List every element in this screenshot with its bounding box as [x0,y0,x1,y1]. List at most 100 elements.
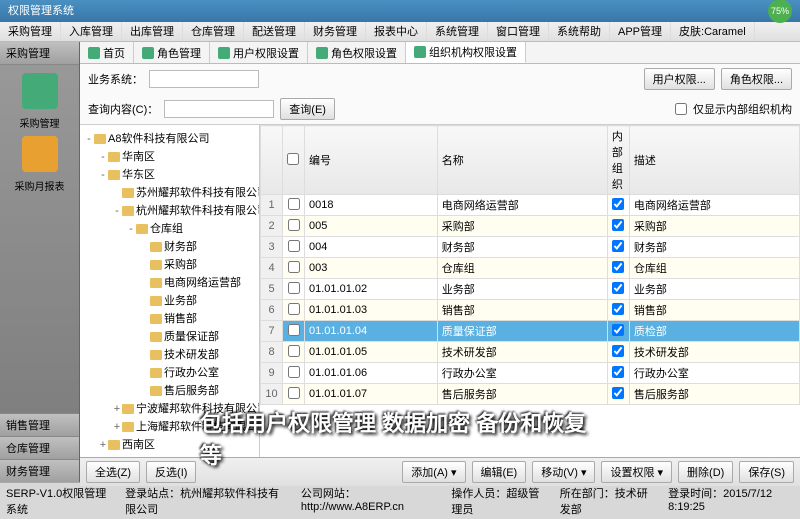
row-checkbox[interactable] [288,303,300,315]
menu-bar: 采购管理 入库管理 出库管理 仓库管理 配送管理 财务管理 报表中心 系统管理 … [0,22,800,42]
inner-org-checkbox[interactable] [612,261,624,273]
menu-item[interactable]: 报表中心 [366,22,427,41]
table-row[interactable]: 801.01.01.05技术研发部技术研发部 [261,342,800,363]
left-section[interactable]: 销售管理 [0,413,79,436]
tree-node[interactable]: 业务部 [84,291,255,309]
select-all-button[interactable]: 全选(Z) [86,461,140,483]
table-row[interactable]: 1001.01.01.07售后服务部售后服务部 [261,384,800,405]
menu-item[interactable]: 财务管理 [305,22,366,41]
inner-org-checkbox[interactable] [612,240,624,252]
table-row[interactable]: 3004财务部财务部 [261,237,800,258]
tree-node[interactable]: 电商网络运营部 [84,273,255,291]
doc-icon [218,47,230,59]
tree-node[interactable]: 行政办公室 [84,363,255,381]
edit-button[interactable]: 编辑(E) [472,461,527,483]
tree-node[interactable]: +宁波耀邦软件科技有限公司 [84,399,255,417]
status-version: SERP-V1.0权限管理系统 [6,485,113,517]
inner-org-checkbox[interactable] [612,198,624,210]
biz-system-label: 业务系统： [88,71,143,87]
row-checkbox[interactable] [288,387,300,399]
column-header[interactable]: 描述 [629,126,799,195]
table-row[interactable]: 10018电商网络运营部电商网络运营部 [261,195,800,216]
menu-item[interactable]: 出库管理 [122,22,183,41]
tree-node[interactable]: -华南区 [84,147,255,165]
menu-item[interactable]: 系统帮助 [549,22,610,41]
menu-item[interactable]: 入库管理 [61,22,122,41]
save-button[interactable]: 保存(S) [739,461,794,483]
left-section[interactable]: 仓库管理 [0,436,79,459]
inner-org-checkbox[interactable] [612,303,624,315]
tab-role-perm[interactable]: 角色权限设置 [308,42,406,63]
setperm-button[interactable]: 设置权限 ▾ [601,461,672,483]
tree-node[interactable]: 销售部 [84,309,255,327]
row-checkbox[interactable] [288,324,300,336]
tree-node[interactable]: +西南区 [84,435,255,453]
move-button[interactable]: 移动(V) ▾ [532,461,595,483]
tree-node[interactable]: +上海耀邦软件科技有限公司 [84,417,255,435]
biz-system-input[interactable] [149,70,259,88]
show-inner-checkbox[interactable] [675,100,687,118]
left-section[interactable]: 财务管理 [0,459,79,482]
tree-node[interactable]: 采购部 [84,255,255,273]
row-checkbox[interactable] [288,345,300,357]
doc-icon [316,47,328,59]
tree-node[interactable]: -仓库组 [84,219,255,237]
tree-node[interactable]: 售后服务部 [84,381,255,399]
row-checkbox[interactable] [288,240,300,252]
app-title: 权限管理系统 [8,0,74,22]
table-row[interactable]: 701.01.01.04质量保证部质检部 [261,321,800,342]
tree-node[interactable]: -杭州耀邦软件科技有限公司 [84,201,255,219]
add-button[interactable]: 添加(A) ▾ [402,461,465,483]
tree-node[interactable]: -A8软件科技有限公司 [84,129,255,147]
menu-item[interactable]: 配送管理 [244,22,305,41]
menu-item[interactable]: 窗口管理 [488,22,549,41]
tree-node[interactable]: 苏州耀邦软件科技有限公司 [84,183,255,201]
nav-icon-report[interactable] [22,136,58,172]
title-bar: 权限管理系统 75% [0,0,800,22]
menu-item[interactable]: 仓库管理 [183,22,244,41]
inner-org-checkbox[interactable] [612,324,624,336]
status-site: 登录站点：杭州耀邦软件科技有限公司 [125,485,289,517]
tab-home[interactable]: 首页 [80,42,134,63]
column-header[interactable]: 编号 [305,126,438,195]
column-header[interactable] [283,126,305,195]
tree-node[interactable]: 技术研发部 [84,345,255,363]
column-header[interactable]: 内部组织 [607,126,629,195]
nav-icon-purchase[interactable] [22,73,58,109]
inner-org-checkbox[interactable] [612,387,624,399]
skin-label[interactable]: 皮肤:Caramel [671,22,755,41]
menu-item[interactable]: 采购管理 [0,22,61,41]
query-content-input[interactable] [164,100,274,118]
row-checkbox[interactable] [288,198,300,210]
left-nav-panel: 采购管理 采购管理 采购月报表 销售管理 仓库管理 财务管理 [0,42,80,482]
tree-node[interactable]: -华东区 [84,165,255,183]
invert-button[interactable]: 反选(I) [146,461,196,483]
table-row[interactable]: 2005采购部采购部 [261,216,800,237]
home-icon [88,47,100,59]
row-checkbox[interactable] [288,219,300,231]
row-checkbox[interactable] [288,261,300,273]
inner-org-checkbox[interactable] [612,345,624,357]
table-row[interactable]: 501.01.01.02业务部业务部 [261,279,800,300]
column-header[interactable]: 名称 [437,126,607,195]
table-row[interactable]: 4003仓库组仓库组 [261,258,800,279]
delete-button[interactable]: 删除(D) [678,461,733,483]
menu-item[interactable]: APP管理 [610,22,671,41]
query-button[interactable]: 查询(E) [280,98,335,120]
tab-role-mgmt[interactable]: 角色管理 [134,42,210,63]
row-checkbox[interactable] [288,282,300,294]
menu-item[interactable]: 系统管理 [427,22,488,41]
inner-org-checkbox[interactable] [612,282,624,294]
column-header[interactable] [261,126,283,195]
role-perm-button[interactable]: 角色权限... [721,68,792,90]
row-checkbox[interactable] [288,366,300,378]
tab-org-perm[interactable]: 组织机构权限设置 [406,42,526,63]
tree-node[interactable]: 财务部 [84,237,255,255]
tab-user-perm[interactable]: 用户权限设置 [210,42,308,63]
inner-org-checkbox[interactable] [612,366,624,378]
table-row[interactable]: 901.01.01.06行政办公室行政办公室 [261,363,800,384]
inner-org-checkbox[interactable] [612,219,624,231]
tree-node[interactable]: 质量保证部 [84,327,255,345]
user-perm-button[interactable]: 用户权限... [644,68,715,90]
table-row[interactable]: 601.01.01.03销售部销售部 [261,300,800,321]
